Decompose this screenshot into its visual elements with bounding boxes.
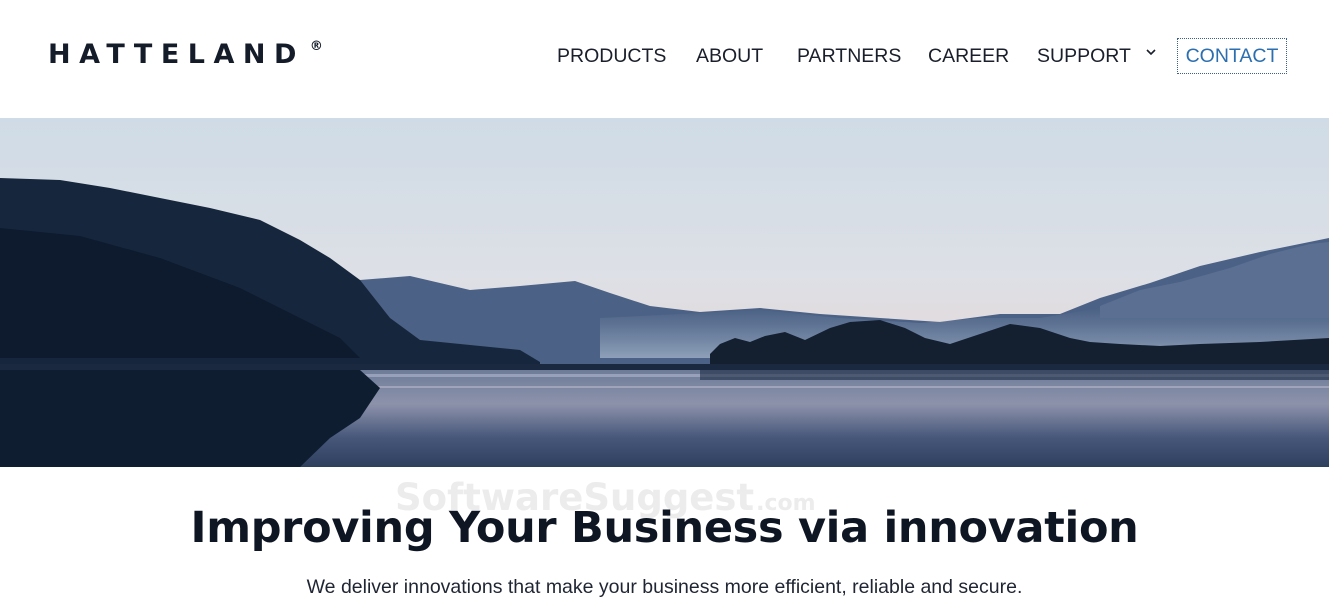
site-header: HATTELAND ® PRODUCTS ABOUT PARTNERS CAREE… (0, 0, 1329, 118)
page-headline: Improving Your Business via innovation (190, 503, 1139, 553)
main-nav: PRODUCTS ABOUT PARTNERS CAREER SUPPORT (0, 38, 1329, 74)
nav-partners[interactable]: PARTNERS (797, 38, 901, 74)
hero-image (0, 118, 1329, 467)
nav-about[interactable]: ABOUT (696, 38, 763, 74)
nav-products[interactable]: PRODUCTS (557, 38, 666, 74)
lake-mountains-illustration (0, 118, 1329, 467)
chevron-down-icon[interactable] (1146, 44, 1156, 56)
page-subline: We deliver innovations that make your bu… (306, 576, 1023, 598)
nav-support[interactable]: SUPPORT (1037, 38, 1131, 74)
contact-button[interactable]: CONTACT (1177, 38, 1287, 74)
nav-career[interactable]: CAREER (928, 38, 1009, 74)
